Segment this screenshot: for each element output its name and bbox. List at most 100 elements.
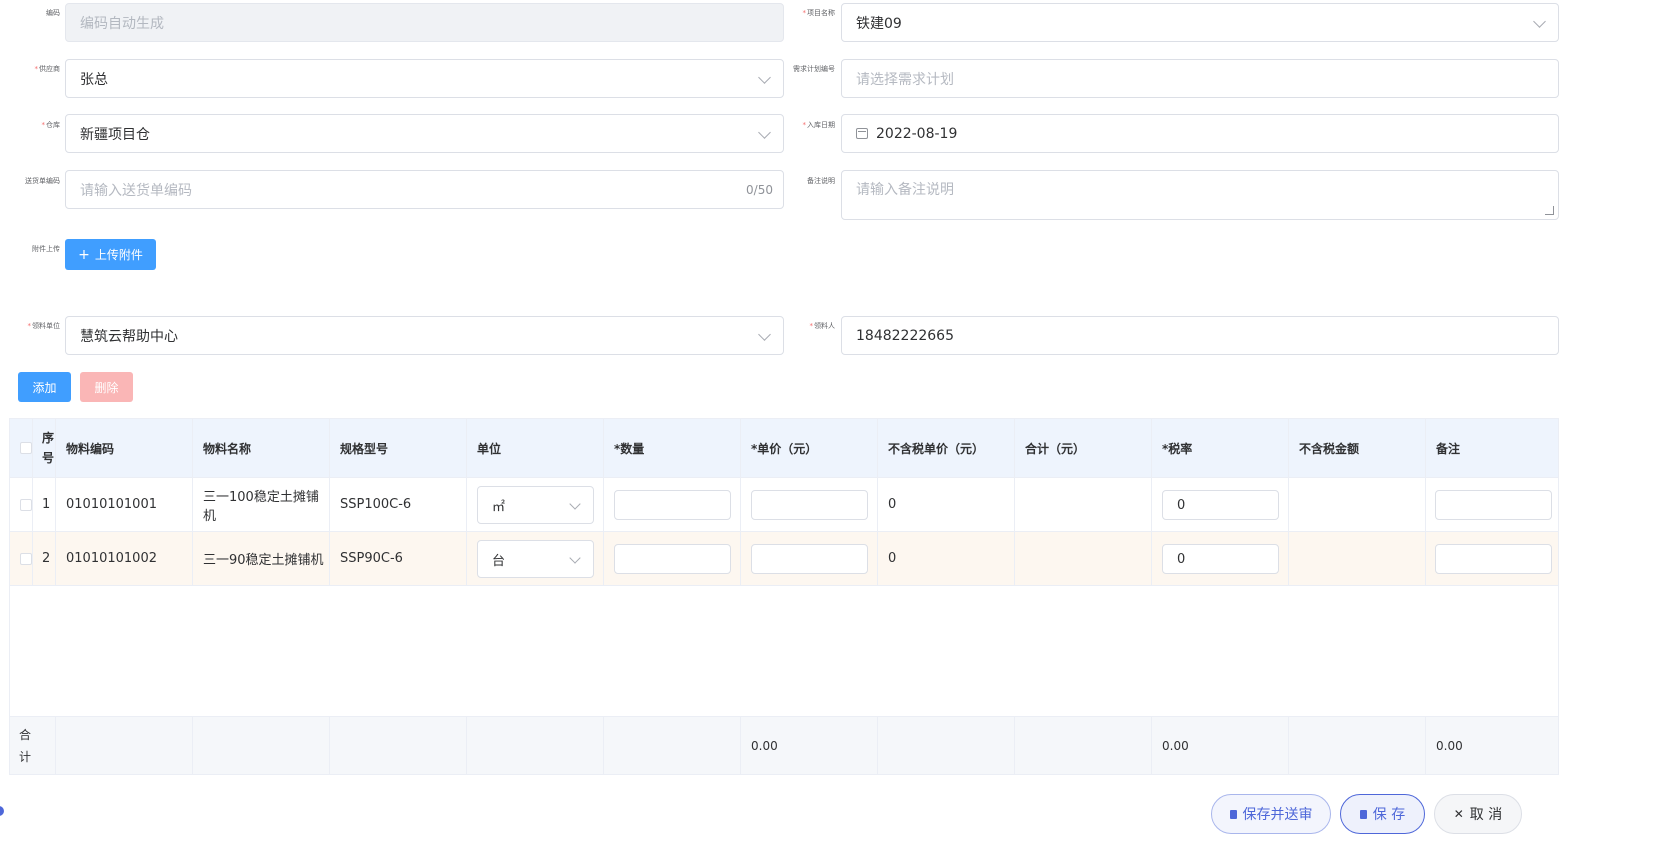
- inbound-date-picker[interactable]: 2022-08-19: [841, 114, 1559, 153]
- materials-table: 序号 物料编码 物料名称 规格型号 单位 *数量 *单价（元） 不含税单价（元）…: [9, 418, 1559, 775]
- checkbox[interactable]: [20, 552, 32, 565]
- save-button[interactable]: 保 存: [1340, 794, 1425, 834]
- remark-placeholder: 请输入备注说明: [856, 182, 954, 198]
- footer-cell: [467, 717, 604, 774]
- unit-value: 台: [492, 553, 506, 569]
- delivery-no-input[interactable]: 请输入送货单编码 0/50: [65, 170, 784, 209]
- row-remark-input[interactable]: [1435, 544, 1552, 574]
- material-name: 三一90稳定土摊铺机: [193, 532, 330, 585]
- header-select-all[interactable]: [10, 419, 33, 477]
- price-input[interactable]: [751, 490, 868, 520]
- table-row: 1 01010101001 三一100稳定土摊铺机 SSP100C-6 ㎡ 0 …: [10, 478, 1558, 532]
- checkbox[interactable]: [20, 498, 32, 511]
- chevron-down-icon: [569, 552, 581, 564]
- price-input[interactable]: [751, 544, 868, 574]
- footer-cell: [193, 717, 330, 774]
- upload-button-label: 上传附件: [94, 248, 143, 262]
- header-amount-ex-tax: 不含税金额: [1289, 419, 1426, 477]
- table-row: 2 01010101002 三一90稳定土摊铺机 SSP90C-6 台 0 0: [10, 532, 1558, 586]
- char-counter: 0/50: [746, 182, 773, 197]
- document-icon: [1359, 809, 1367, 819]
- delete-button-label: 删除: [94, 380, 119, 395]
- remark-textarea[interactable]: 请输入备注说明: [841, 170, 1559, 220]
- project-select[interactable]: 铁建09: [841, 3, 1559, 42]
- plus-icon: +: [78, 246, 90, 263]
- supplier-select[interactable]: 张总: [65, 59, 784, 98]
- receiving-unit-value: 慧筑云帮助中心: [80, 328, 178, 345]
- close-icon: ✕: [1453, 807, 1464, 821]
- quantity-cell: [604, 532, 741, 585]
- material-code: 01010101001: [56, 478, 193, 531]
- row-select[interactable]: [10, 478, 33, 531]
- chevron-down-icon: [758, 125, 771, 139]
- save-submit-label: 保存并送审: [1242, 807, 1313, 823]
- remark-cell: [1426, 532, 1559, 585]
- delete-button[interactable]: 删除: [80, 372, 133, 402]
- unit-cell: 台: [467, 532, 604, 585]
- table-footer: 合计 0.00 0.00 0.00: [10, 716, 1558, 774]
- header-total: 合计（元）: [1015, 419, 1152, 477]
- tax-rate-input[interactable]: 0: [1162, 490, 1279, 520]
- cancel-button[interactable]: ✕ 取 消: [1434, 794, 1522, 834]
- receiver-value: 18482222665: [856, 327, 954, 344]
- chevron-down-icon: [569, 498, 581, 510]
- calendar-icon: [856, 128, 868, 139]
- row-select[interactable]: [10, 532, 33, 585]
- amount-ex-tax-cell: [1289, 478, 1426, 531]
- header-quantity: *数量: [604, 419, 741, 477]
- warehouse-select[interactable]: 新疆项目仓: [65, 114, 784, 153]
- header-price: *单价（元）: [741, 419, 878, 477]
- footer-cell: [56, 717, 193, 774]
- tax-rate-value: 0: [1177, 551, 1186, 567]
- material-code: 01010101002: [56, 532, 193, 585]
- table-header: 序号 物料编码 物料名称 规格型号 单位 *数量 *单价（元） 不含税单价（元）…: [10, 419, 1558, 478]
- tax-rate-value: 0: [1177, 497, 1186, 513]
- material-name: 三一100稳定土摊铺机: [193, 478, 330, 531]
- price-cell: [741, 532, 878, 585]
- unit-value: ㎡: [492, 499, 506, 515]
- upload-attachment-button[interactable]: + 上传附件: [65, 239, 156, 270]
- total-cell: [1015, 478, 1152, 531]
- row-index: 2: [33, 532, 56, 585]
- tax-rate-cell: 0: [1152, 478, 1289, 531]
- attachment-label: 附件上传: [32, 245, 60, 253]
- unit-cell: ㎡: [467, 478, 604, 531]
- amount-ex-tax-cell: [1289, 532, 1426, 585]
- footer-remark-total: 0.00: [1436, 738, 1463, 753]
- remark-cell: [1426, 478, 1559, 531]
- unit-select[interactable]: 台: [477, 540, 594, 578]
- project-label: *项目名称: [802, 9, 836, 17]
- code-input: 编码自动生成: [65, 3, 784, 42]
- price-cell: [741, 478, 878, 531]
- document-icon: [1229, 809, 1237, 819]
- cancel-label: 取 消: [1469, 807, 1503, 823]
- add-button[interactable]: 添加: [18, 372, 71, 402]
- receiver-input[interactable]: 18482222665: [841, 316, 1559, 355]
- corner-indicator: [0, 806, 4, 816]
- save-and-submit-button[interactable]: 保存并送审: [1211, 794, 1331, 834]
- checkbox[interactable]: [20, 442, 32, 454]
- receiver-label: *领料人: [809, 322, 836, 330]
- inbound-date-label: *入库日期: [802, 121, 836, 129]
- row-remark-input[interactable]: [1435, 490, 1552, 520]
- code-placeholder: 编码自动生成: [80, 15, 164, 32]
- resize-handle-icon[interactable]: [1545, 206, 1554, 215]
- quantity-input[interactable]: [614, 490, 731, 520]
- footer-cell: [1289, 717, 1426, 774]
- tax-rate-cell: 0: [1152, 532, 1289, 585]
- project-value: 铁建09: [856, 15, 902, 32]
- footer-cell: [604, 717, 741, 774]
- demand-plan-input[interactable]: 请选择需求计划: [841, 59, 1559, 98]
- unit-select[interactable]: ㎡: [477, 486, 594, 524]
- warehouse-value: 新疆项目仓: [80, 126, 150, 143]
- footer-tax-total: 0.00: [1152, 717, 1289, 774]
- tax-rate-input[interactable]: 0: [1162, 544, 1279, 574]
- quantity-input[interactable]: [614, 544, 731, 574]
- save-label: 保 存: [1372, 807, 1406, 823]
- price-ex-tax: 0: [878, 478, 1015, 531]
- material-spec: SSP100C-6: [330, 478, 467, 531]
- header-spec: 规格型号: [330, 419, 467, 477]
- receiving-unit-select[interactable]: 慧筑云帮助中心: [65, 316, 784, 355]
- chevron-down-icon: [1533, 14, 1546, 28]
- code-label: 编码: [46, 9, 60, 17]
